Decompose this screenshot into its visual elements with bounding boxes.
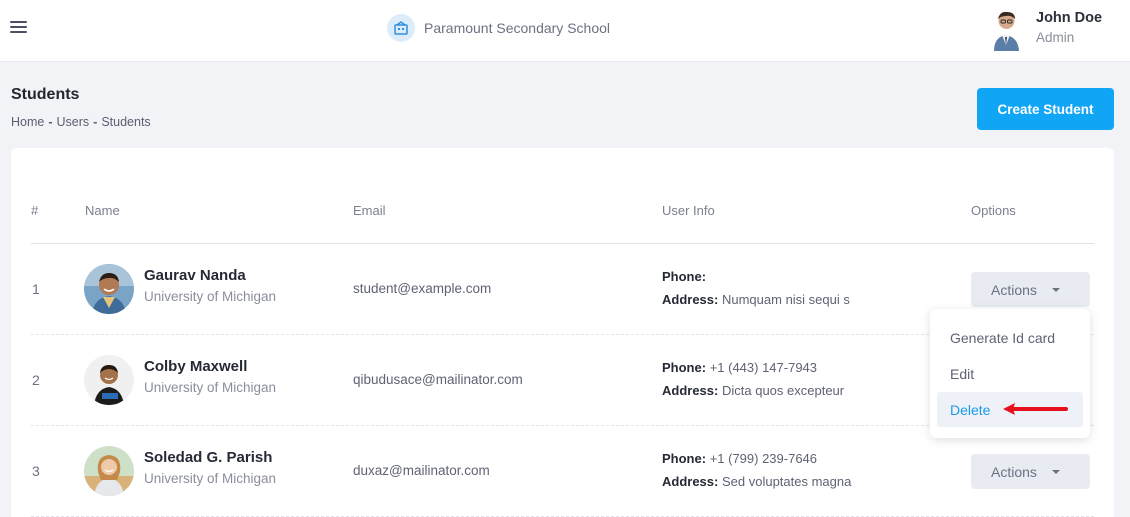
actions-label: Actions [991,281,1037,298]
address-value: Dicta quos excepteur [721,383,845,398]
student-phone: Phone: +1 (799) 239-7646 [662,451,817,466]
breadcrumb-users[interactable]: Users [57,115,90,129]
breadcrumb-home[interactable]: Home [11,115,44,129]
student-email: qibudusace@mailinator.com [353,372,523,387]
row-index: 2 [32,372,40,388]
student-name: Gaurav Nanda [144,267,246,284]
student-avatar [84,355,134,405]
school-name: Paramount Secondary School [424,20,610,36]
hamburger-menu-icon[interactable] [10,21,27,35]
actions-label: Actions [991,463,1037,480]
row-index: 3 [32,463,40,479]
address-label: Address: [662,474,719,489]
address-value: Numquam nisi sequi s [721,292,850,307]
menu-item-edit[interactable]: Edit [937,356,1083,391]
column-header-user-info: User Info [662,203,715,218]
student-name: Colby Maxwell [144,358,248,375]
user-menu[interactable]: John Doe Admin [989,7,1102,51]
student-university: University of Michigan [144,471,277,486]
student-phone: Phone: +1 (443) 147-7943 [662,360,817,375]
student-address: Address: Sed voluptates magna [662,474,851,489]
create-student-button[interactable]: Create Student [977,88,1114,130]
student-name: Soledad G. Parish [144,449,273,466]
student-email: student@example.com [353,281,492,296]
school-icon [387,14,415,42]
column-header-name: Name [85,203,120,218]
phone-label: Phone: [662,360,707,375]
student-address: Address: Dicta quos excepteur [662,383,844,398]
table-row: 3 Soledad G. Parish University of Michig… [11,426,1114,517]
column-header-email: Email [353,203,386,218]
phone-label: Phone: [662,451,707,466]
page-title: Students [11,86,80,103]
student-email: duxaz@mailinator.com [353,463,490,478]
user-avatar [989,7,1024,51]
user-role: Admin [1036,30,1075,45]
user-name: John Doe [1036,10,1103,26]
menu-item-generate-id-card[interactable]: Generate Id card [937,320,1083,355]
caret-down-icon [1051,287,1060,292]
actions-dropdown-menu: Generate Id card Edit Delete [930,309,1090,438]
address-label: Address: [662,383,719,398]
caret-down-icon [1051,469,1060,474]
red-pointer-arrow-icon [1003,403,1068,415]
school-brand[interactable]: Paramount Secondary School [387,14,610,42]
actions-dropdown-button[interactable]: Actions [971,454,1090,489]
student-avatar [84,446,134,496]
row-index: 1 [32,281,40,297]
student-address: Address: Numquam nisi sequi s [662,292,850,307]
breadcrumb: Home - Users - Students [11,115,151,129]
student-avatar [84,264,134,314]
student-phone: Phone: [662,269,706,284]
student-university: University of Michigan [144,289,277,304]
phone-value: +1 (799) 239-7646 [709,451,818,466]
student-university: University of Michigan [144,380,277,395]
actions-dropdown-button[interactable]: Actions [971,272,1090,307]
phone-label: Phone: [662,269,707,284]
column-header-index: # [31,203,39,218]
breadcrumb-students: Students [101,115,151,129]
address-value: Sed voluptates magna [721,474,852,489]
breadcrumb-separator: - [48,115,53,129]
top-navbar: Paramount Secondary School John Doe Admi… [0,0,1130,62]
address-label: Address: [662,292,719,307]
column-header-options: Options [971,203,1016,218]
breadcrumb-separator: - [93,115,98,129]
phone-value: +1 (443) 147-7943 [709,360,818,375]
